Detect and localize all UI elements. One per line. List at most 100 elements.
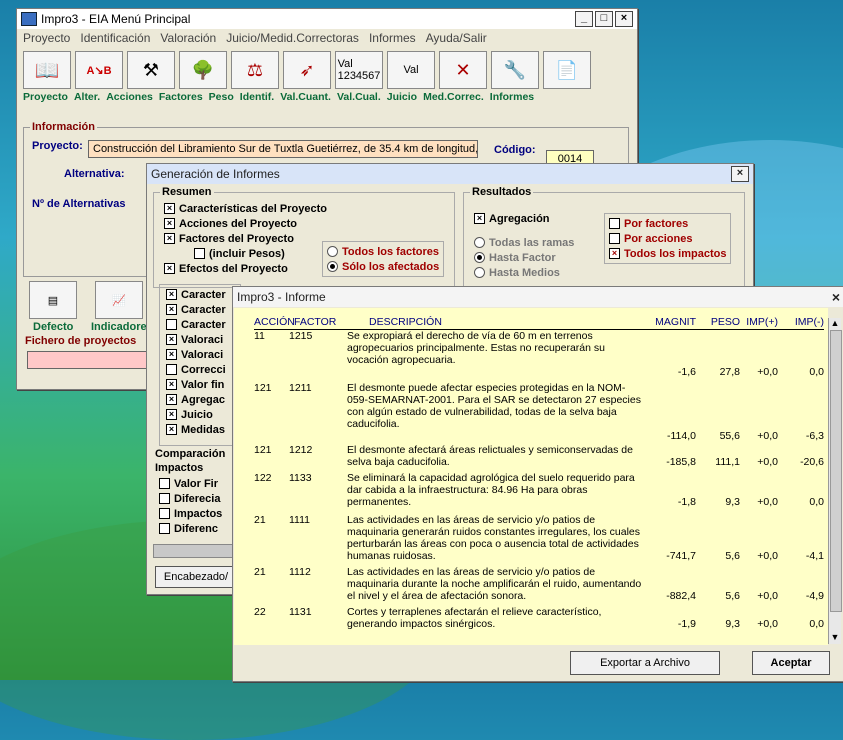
list-item[interactable]: Correcci	[166, 362, 226, 377]
menu-juicio[interactable]: Juicio/Medid.Correctoras	[226, 31, 359, 45]
radio[interactable]	[327, 246, 338, 257]
alternativas-tool-button[interactable]: A↘B	[75, 51, 123, 89]
checkbox[interactable]	[159, 508, 170, 519]
checkbox[interactable]: ×	[166, 349, 177, 360]
checkbox[interactable]	[609, 218, 620, 229]
checkbox[interactable]	[609, 233, 620, 244]
cell-magnit: -882,4	[666, 590, 696, 602]
list-item[interactable]: × Medidas	[166, 422, 226, 437]
radio[interactable]	[474, 237, 485, 248]
chk-por-factores[interactable]: Por factores	[609, 216, 726, 231]
checkbox[interactable]: ×	[609, 248, 620, 259]
close-button[interactable]: ×	[615, 11, 633, 27]
impactos-item[interactable]: Valor Fir	[159, 476, 222, 491]
maximize-button[interactable]: □	[595, 11, 613, 27]
cell-descripcion: Se expropiará el derecho de vía de 60 m …	[347, 330, 605, 366]
list-item[interactable]: × Valoraci	[166, 347, 226, 362]
list-item[interactable]: × Valor fin	[166, 377, 226, 392]
chk-por-acciones[interactable]: Por acciones	[609, 231, 726, 246]
menu-valoracion[interactable]: Valoración	[160, 31, 216, 45]
peso-tool-button[interactable]: ⚖	[231, 51, 279, 89]
checkbox[interactable]	[159, 493, 170, 504]
medcorrec-tool-button[interactable]: 🔧	[491, 51, 539, 89]
list-item[interactable]: × Valoraci	[166, 332, 226, 347]
chk-incluir-pesos[interactable]: (incluir Pesos)	[164, 246, 327, 261]
checkbox[interactable]: ×	[166, 334, 177, 345]
scroll-up-arrow-icon[interactable]: ▲	[829, 318, 841, 330]
generacion-titlebar[interactable]: Generación de Informes ×	[147, 164, 753, 184]
chk-efectos[interactable]: × Efectos del Proyecto	[164, 261, 327, 276]
menu-proyecto[interactable]: Proyecto	[23, 31, 70, 45]
valcuant-tool-button[interactable]: Val 1234567	[335, 51, 383, 89]
checkbox[interactable]	[194, 248, 205, 259]
checkbox[interactable]: ×	[166, 304, 177, 315]
proyecto-tool-button[interactable]: 📖	[23, 51, 71, 89]
chk-caracteristicas[interactable]: × Características del Proyecto	[164, 201, 327, 216]
radio-todos-factores[interactable]: Todos los factores	[327, 244, 439, 259]
cell-accion: 22	[254, 606, 266, 618]
checkbox[interactable]: ×	[164, 203, 175, 214]
radio[interactable]	[474, 267, 485, 278]
minimize-button[interactable]: _	[575, 11, 593, 27]
informes-tool-button[interactable]: 📄	[543, 51, 591, 89]
juicio-tool-button[interactable]: ✕	[439, 51, 487, 89]
checkbox[interactable]: ×	[166, 379, 177, 390]
checkbox[interactable]	[159, 478, 170, 489]
menu-ayuda[interactable]: Ayuda/Salir	[426, 31, 487, 45]
acciones-tool-button[interactable]: ⚒	[127, 51, 175, 89]
resultados-title: Resultados	[470, 186, 534, 198]
radio-todas-ramas[interactable]: Todas las ramas	[474, 235, 574, 250]
radio-hasta-factor[interactable]: Hasta Factor	[474, 250, 574, 265]
aceptar-button[interactable]: Aceptar	[752, 651, 830, 675]
factores-tool-button[interactable]: 🌳	[179, 51, 227, 89]
identif-tool-button[interactable]: ➶	[283, 51, 331, 89]
checkbox[interactable]: ×	[166, 409, 177, 420]
fichero-field[interactable]	[27, 351, 157, 369]
list-item[interactable]: Caracter	[166, 317, 226, 332]
checkbox[interactable]: ×	[164, 263, 175, 274]
chk-acciones[interactable]: × Acciones del Proyecto	[164, 216, 327, 231]
radio-solo-afectados[interactable]: Sólo los afectados	[327, 259, 439, 274]
cell-imp-minus: 0,0	[809, 496, 824, 508]
encabezado-button[interactable]: Encabezado/	[155, 566, 237, 588]
chk-todos-impactos[interactable]: × Todos los impactos	[609, 246, 726, 261]
checkbox[interactable]: ×	[474, 213, 485, 224]
impactos-item[interactable]: Impactos	[159, 506, 222, 521]
exportar-button[interactable]: Exportar a Archivo	[570, 651, 720, 675]
list-item[interactable]: × Agregac	[166, 392, 226, 407]
radio-hasta-medios[interactable]: Hasta Medios	[474, 265, 574, 280]
list-item[interactable]: × Caracter	[166, 287, 226, 302]
scroll-down-arrow-icon[interactable]: ▼	[829, 632, 841, 644]
label-peso: Peso	[208, 91, 234, 103]
checkbox[interactable]: ×	[166, 394, 177, 405]
valcual-tool-button[interactable]: Val	[387, 51, 435, 89]
informe-titlebar[interactable]: Impro3 - Informe ×	[233, 287, 843, 307]
indicadores-button[interactable]: 📈	[95, 281, 143, 319]
main-titlebar[interactable]: Impro3 - EIA Menú Principal _ □ ×	[17, 9, 637, 29]
checkbox[interactable]	[159, 523, 170, 534]
generacion-close-button[interactable]: ×	[731, 166, 749, 182]
proyecto-field[interactable]: Construcción del Libramiento Sur de Tuxt…	[88, 140, 478, 158]
checkbox[interactable]: ×	[166, 424, 177, 435]
defecto-button[interactable]: ▤	[29, 281, 77, 319]
radio[interactable]	[327, 261, 338, 272]
report-scrollbar[interactable]: ▲ ▼	[828, 318, 842, 644]
detalle-list: × Caracter × Caracter Caracter × Valoraci ×…	[159, 284, 241, 446]
menu-identificacion[interactable]: Identificación	[80, 31, 150, 45]
impactos-item[interactable]: Diferenc	[159, 521, 222, 536]
informe-close-icon[interactable]: ×	[832, 289, 840, 305]
chk-agregacion[interactable]: × Agregación	[474, 211, 550, 226]
checkbox[interactable]: ×	[164, 233, 175, 244]
chk-factores[interactable]: × Factores del Proyecto	[164, 231, 327, 246]
menu-informes[interactable]: Informes	[369, 31, 416, 45]
impactos-item[interactable]: Diferecia	[159, 491, 222, 506]
checkbox[interactable]	[166, 364, 177, 375]
list-item[interactable]: × Caracter	[166, 302, 226, 317]
cell-imp-minus: 0,0	[809, 366, 824, 378]
checkbox[interactable]: ×	[166, 289, 177, 300]
scroll-thumb[interactable]	[830, 330, 842, 612]
list-item[interactable]: × Juicio	[166, 407, 226, 422]
checkbox[interactable]	[166, 319, 177, 330]
radio[interactable]	[474, 252, 485, 263]
checkbox[interactable]: ×	[164, 218, 175, 229]
